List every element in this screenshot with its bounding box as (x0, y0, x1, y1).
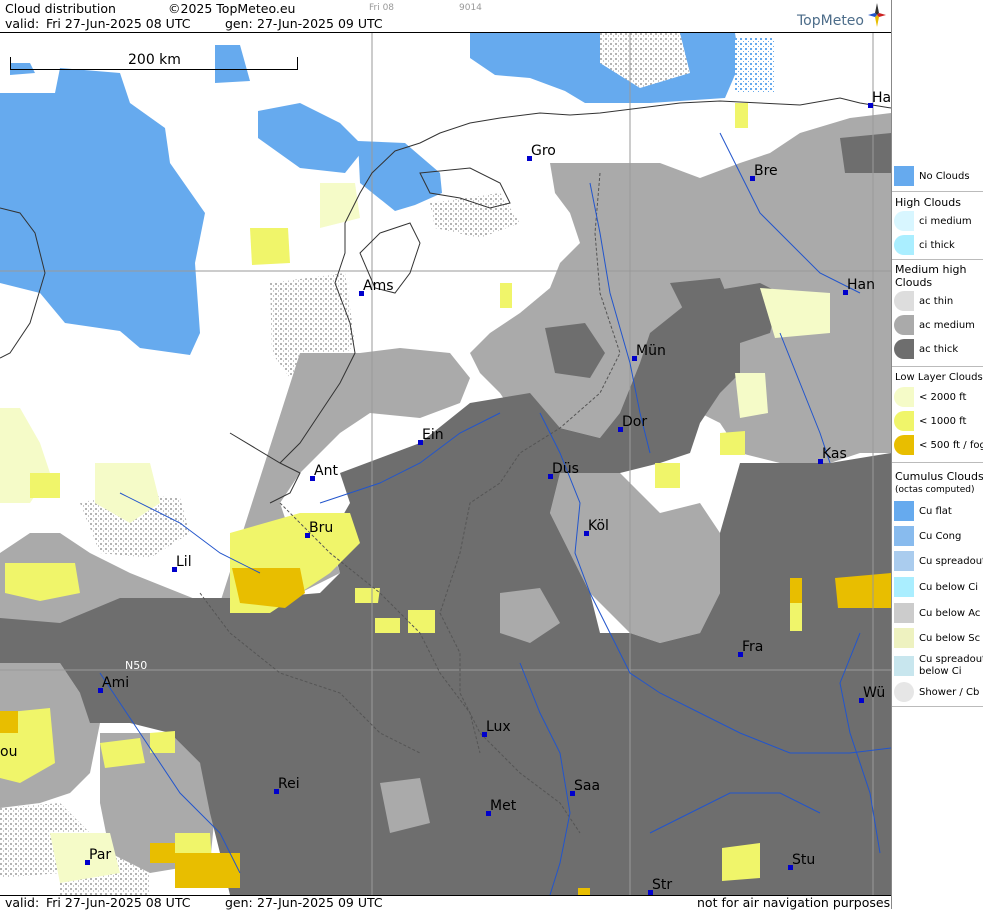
legend-low-title: Low Layer Clouds (895, 372, 983, 383)
legend-medium-title-2: Clouds (895, 276, 933, 289)
legend-cu-below-ac[interactable]: Cu below Ac (892, 603, 983, 625)
legend-divider (892, 706, 983, 707)
legend-high-title: High Clouds (895, 196, 961, 209)
low-500-swatch-icon (894, 435, 914, 455)
cu-below-sc-swatch-icon (894, 628, 914, 648)
cu-below-ac-swatch-icon (894, 603, 914, 623)
low-2000-swatch-icon (894, 387, 914, 407)
valid-label: valid: (5, 16, 40, 31)
map-title: Cloud distribution (5, 1, 116, 16)
legend-ac-medium[interactable]: ac medium (892, 315, 983, 337)
compass-logo-icon (866, 1, 888, 29)
ac-thick-swatch-icon (894, 339, 914, 359)
legend-cu-flat[interactable]: Cu flat (892, 501, 983, 523)
cu-spreadout-below-ci-swatch-icon (894, 656, 914, 676)
legend-low-500[interactable]: < 500 ft / fog (892, 435, 983, 457)
map-header: Cloud distribution ©2025 TopMeteo.eu Fri… (0, 0, 891, 33)
frame-day: Fri 08 (369, 3, 395, 13)
legend-ac-thin[interactable]: ac thin (892, 291, 983, 313)
cu-below-ci-swatch-icon (894, 577, 914, 597)
legend-cu-subtitle: (octas computed) (895, 485, 975, 495)
ci-thick-swatch-icon (894, 235, 914, 255)
gen-time: 27-Jun-2025 09 UTC (257, 16, 383, 31)
ac-thin-swatch-icon (894, 291, 914, 311)
legend-no-clouds[interactable]: No Clouds (892, 166, 983, 188)
footer-valid-label: valid: (5, 895, 40, 910)
legend-divider (892, 259, 983, 260)
legend-cu-spreadout[interactable]: Cu spreadout (892, 551, 983, 573)
legend-divider (892, 462, 983, 463)
legend-cu-below-ci[interactable]: Cu below Ci (892, 577, 983, 599)
cloud-map[interactable]: 200 km N50 Gro Bre Ha Ams Han Mün Ein Do… (0, 33, 891, 895)
legend-divider (892, 366, 983, 367)
gen-label: gen: (225, 16, 253, 31)
shower-cb-swatch-icon (894, 682, 914, 702)
legend-shower-cb[interactable]: Shower / Cb (892, 682, 983, 704)
legend-divider (892, 191, 983, 192)
legend-ac-thick[interactable]: ac thick (892, 339, 983, 361)
cu-flat-swatch-icon (894, 501, 914, 521)
valid-time: Fri 27-Jun-2025 08 UTC (46, 16, 191, 31)
legend-low-1000[interactable]: < 1000 ft (892, 411, 983, 433)
footer-gen-label: gen: (225, 895, 253, 910)
footer-valid-time: Fri 27-Jun-2025 08 UTC (46, 895, 191, 910)
legend-medium-title-1: Medium high (895, 263, 967, 276)
copyright-text: ©2025 TopMeteo.eu (168, 1, 296, 16)
cu-cong-swatch-icon (894, 526, 914, 546)
topmeteo-logo: TopMeteo (797, 13, 864, 29)
legend-low-2000[interactable]: < 2000 ft (892, 387, 983, 409)
no-clouds-swatch-icon (894, 166, 914, 186)
legend-cu-below-sc[interactable]: Cu below Sc (892, 628, 983, 650)
footer-gen-time: 27-Jun-2025 09 UTC (257, 895, 383, 910)
legend-cu-title: Cumulus Clouds (895, 470, 983, 483)
disclaimer-text: not for air navigation purposes (697, 895, 891, 910)
cu-spreadout-swatch-icon (894, 551, 914, 571)
map-legend: No Clouds High Clouds ci medium ci thick… (891, 0, 983, 909)
low-1000-swatch-icon (894, 411, 914, 431)
scale-bar-label: 200 km (128, 52, 181, 68)
map-footer: valid: Fri 27-Jun-2025 08 UTC gen: 27-Ju… (0, 895, 891, 910)
ac-medium-swatch-icon (894, 315, 914, 335)
latitude-label: N50 (125, 659, 148, 672)
legend-cu-spreadout-below-ci[interactable]: Cu spreadout below Ci (892, 654, 983, 680)
ci-medium-swatch-icon (894, 211, 914, 231)
frame-id: 9014 (459, 3, 482, 13)
legend-cu-cong[interactable]: Cu Cong (892, 526, 983, 548)
legend-ci-medium[interactable]: ci medium (892, 211, 983, 233)
legend-ci-thick[interactable]: ci thick (892, 235, 983, 257)
